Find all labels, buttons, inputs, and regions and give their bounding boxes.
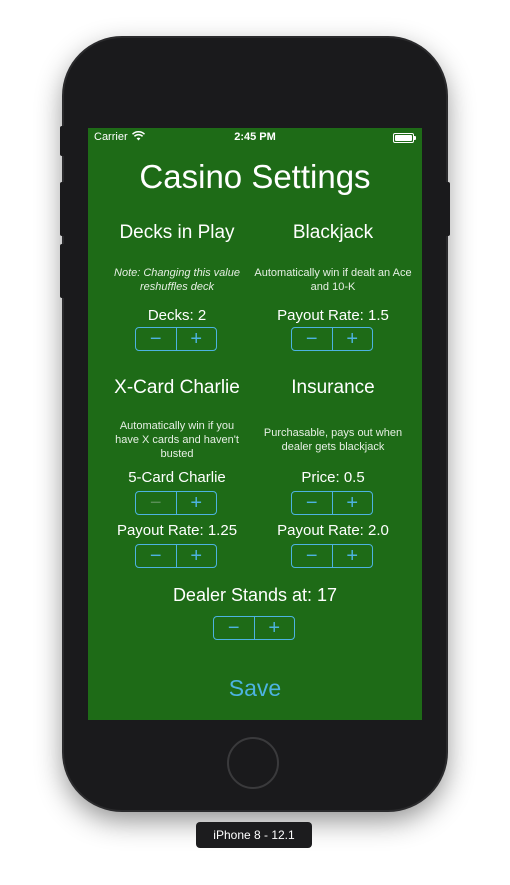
- status-time: 2:45 PM: [234, 131, 276, 143]
- charlie-count-label: 5-Card Charlie: [128, 469, 226, 486]
- blackjack-increment-button[interactable]: +: [331, 328, 373, 350]
- status-bar: Carrier 2:45 PM: [88, 128, 422, 146]
- charlie-payout-stepper: − +: [135, 544, 217, 568]
- save-button[interactable]: Save: [88, 675, 422, 702]
- insurance-payout-stepper: − +: [291, 544, 373, 568]
- blackjack-stepper: − +: [291, 327, 373, 351]
- charlie-count-decrement-button[interactable]: −: [136, 492, 176, 514]
- decks-increment-button[interactable]: +: [175, 328, 217, 350]
- insurance-payout-decrement-button[interactable]: −: [292, 545, 332, 567]
- decks-note: Note: Changing this value reshuffles dec…: [114, 267, 240, 293]
- dealer-increment-button[interactable]: +: [253, 617, 295, 639]
- volume-up-button: [60, 182, 65, 236]
- insurance-note: Purchasable, pays out when dealer gets b…: [263, 427, 403, 453]
- insurance-price-increment-button[interactable]: +: [331, 492, 373, 514]
- charlie-payout-decrement-button[interactable]: −: [136, 545, 176, 567]
- charlie-payout-increment-button[interactable]: +: [175, 545, 217, 567]
- dealer-decrement-button[interactable]: −: [214, 617, 254, 639]
- dealer-stands-label: Dealer Stands at: 17: [172, 585, 338, 605]
- charlie-payout-label: Payout Rate: 1.25: [116, 522, 238, 539]
- charlie-note: Automatically win if you have X cards an…: [115, 420, 239, 460]
- blackjack-decrement-button[interactable]: −: [292, 328, 332, 350]
- blackjack-payout-label: Payout Rate: 1.5: [277, 307, 389, 324]
- dealer-stepper: − +: [213, 616, 295, 640]
- volume-down-button: [60, 244, 65, 298]
- blackjack-heading: Blackjack: [292, 222, 374, 243]
- insurance-payout-increment-button[interactable]: +: [331, 545, 373, 567]
- insurance-price-decrement-button[interactable]: −: [292, 492, 332, 514]
- insurance-heading: Insurance: [291, 377, 375, 398]
- decks-decrement-button[interactable]: −: [136, 328, 176, 350]
- insurance-price-stepper: − +: [291, 491, 373, 515]
- power-button: [445, 182, 450, 236]
- app-screen: Carrier 2:45 PM Casino Settings Decks in…: [88, 128, 422, 720]
- charlie-count-stepper: − +: [135, 491, 217, 515]
- charlie-heading: X-Card Charlie: [114, 377, 240, 398]
- battery-icon: [393, 133, 416, 143]
- insurance-price-label: Price: 0.5: [301, 469, 365, 486]
- page-title: Casino Settings: [139, 158, 371, 195]
- decks-stepper: − +: [135, 327, 217, 351]
- blackjack-note: Automatically win if dealt an Ace and 10…: [254, 267, 412, 293]
- insurance-payout-label: Payout Rate: 2.0: [277, 522, 389, 539]
- device-label: iPhone 8 - 12.1: [196, 822, 312, 848]
- decks-value-label: Decks: 2: [147, 307, 207, 324]
- charlie-count-increment-button[interactable]: +: [175, 492, 217, 514]
- home-button[interactable]: [227, 737, 279, 789]
- decks-heading: Decks in Play: [119, 222, 235, 243]
- mute-switch: [60, 126, 65, 156]
